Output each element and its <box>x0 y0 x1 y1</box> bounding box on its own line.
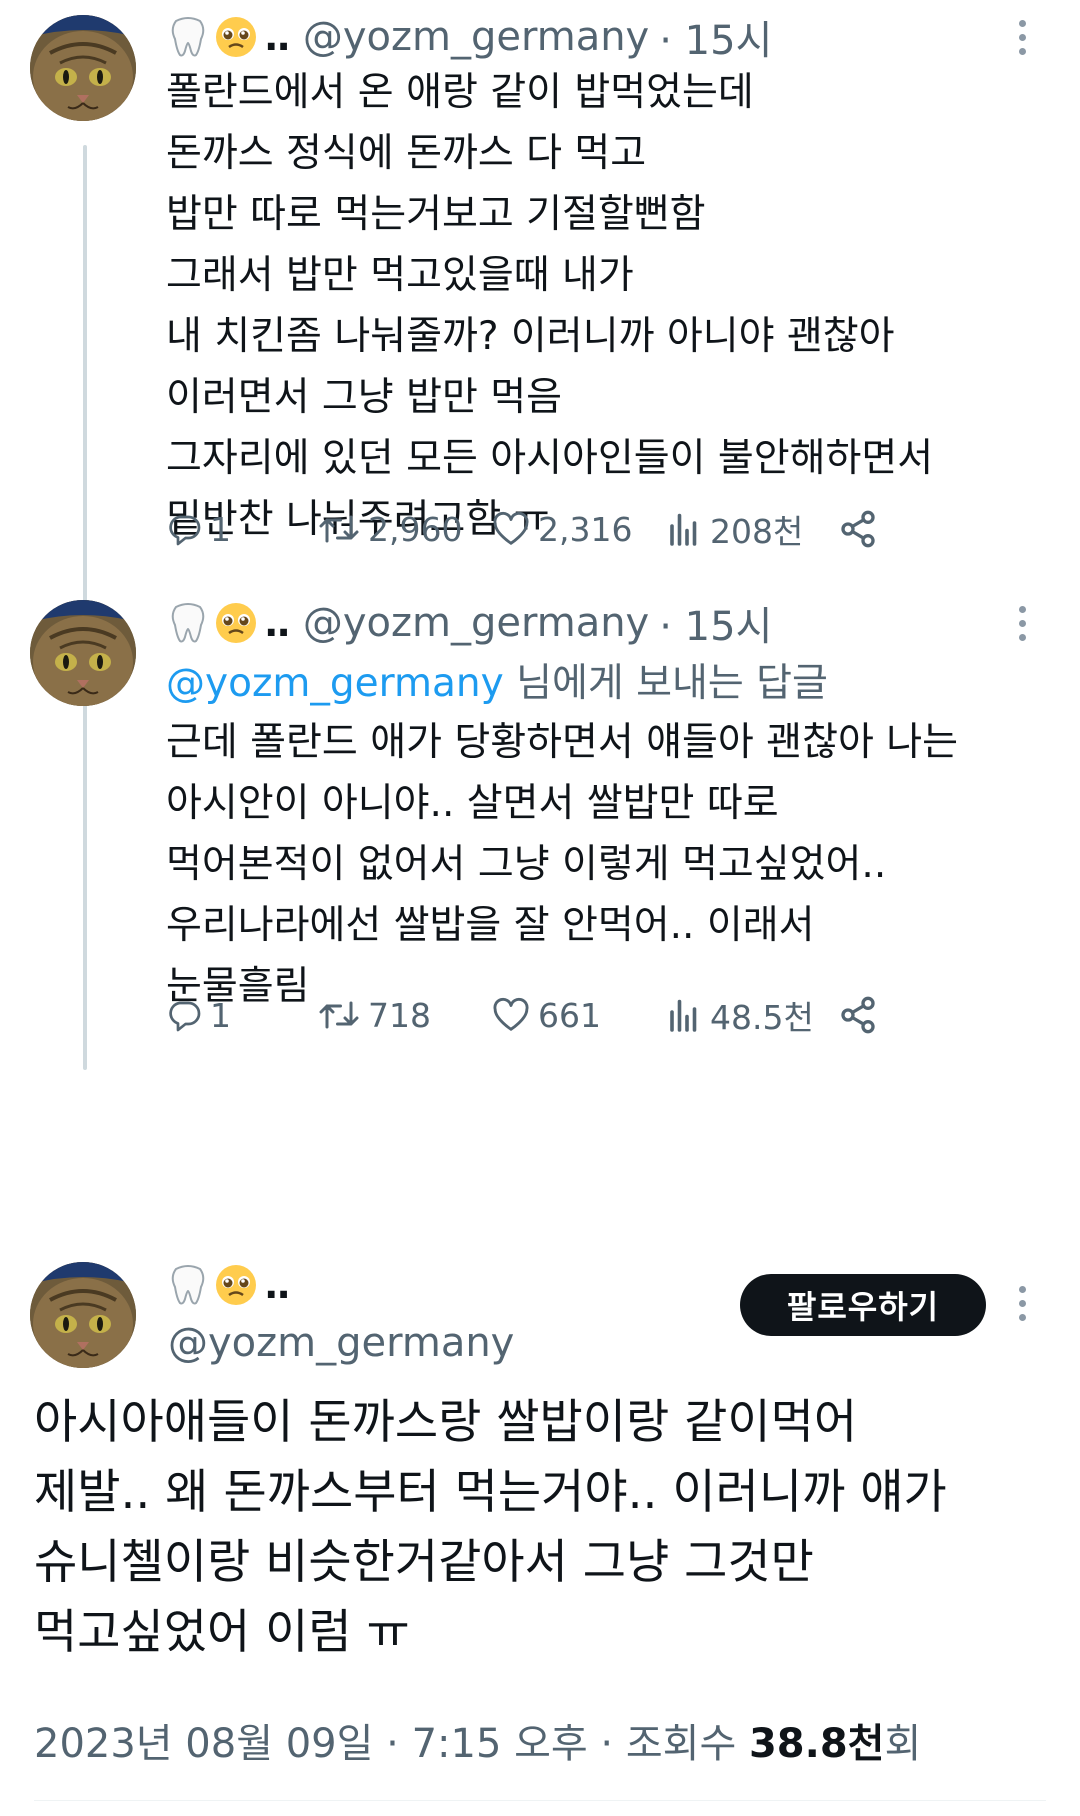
timestamp[interactable]: · 15시 <box>659 8 772 66</box>
reply-icon <box>169 1001 201 1032</box>
avatar[interactable] <box>30 15 136 121</box>
retweet-icon <box>319 1001 359 1029</box>
tweet-text: 아시아애들이 돈까스랑 쌀밥이랑 같이먹어 제발.. 왜 돈까스부터 먹는거야.… <box>34 1395 947 1660</box>
like-button[interactable]: 2,316 <box>492 504 632 554</box>
tooth-icon <box>171 17 205 57</box>
share-icon <box>841 996 875 1034</box>
views-button[interactable]: 48.5천 <box>666 990 814 1040</box>
retweet-count: 2,960 <box>368 509 463 549</box>
cat-avatar-image <box>30 1262 136 1368</box>
share-button[interactable] <box>838 990 878 1040</box>
reply-suffix: 님에게 보내는 답글 <box>503 661 828 706</box>
reply-button[interactable]: 1 <box>166 504 231 554</box>
like-icon <box>493 511 529 545</box>
view-count: 208천 <box>710 512 804 551</box>
reply-mention-link[interactable]: @yozm_germany <box>166 661 504 706</box>
cat-avatar-image <box>30 15 136 121</box>
tweet-text: 폴란드에서 온 애랑 같이 밥먹었는데 돈까스 정식에 돈까스 다 먹고 밥만 … <box>166 70 934 542</box>
main-display-name-row: .. <box>168 1260 303 1310</box>
tweet-date[interactable]: 2023년 08월 09일 · 7:15 오후 · 조회수 <box>34 1721 749 1767</box>
tweet-header: .. @yozm_germany · 15시 <box>168 598 772 650</box>
view-count: 48.5천 <box>710 998 814 1037</box>
retweet-button[interactable]: 718 <box>318 990 431 1040</box>
avatar[interactable] <box>30 1262 136 1368</box>
more-icon[interactable] <box>1016 1286 1028 1321</box>
action-bar: 1 718 661 48.5천 <box>166 990 1026 1040</box>
views-button[interactable]: 208천 <box>666 504 803 554</box>
reply-button[interactable]: 1 <box>166 990 231 1040</box>
share-icon <box>841 510 875 548</box>
reply-icon <box>169 515 201 546</box>
reply-count: 1 <box>210 995 231 1035</box>
tweet-text: 근데 폴란드 애가 당황하면서 얘들아 괜찮아 나는 아시안이 아니야.. 살면… <box>166 720 958 1009</box>
views-icon <box>670 999 697 1032</box>
handle[interactable]: @yozm_germany <box>168 1320 514 1366</box>
like-count: 2,316 <box>538 509 633 549</box>
more-icon[interactable] <box>1016 20 1028 55</box>
retweet-icon <box>319 515 359 543</box>
tweet-header: .. @yozm_germany · 15시 <box>168 12 772 64</box>
more-icon[interactable] <box>1016 606 1028 641</box>
handle[interactable]: @yozm_germany <box>303 600 649 646</box>
view-suffix: 회 <box>884 1721 922 1767</box>
divider <box>34 1800 1046 1801</box>
retweet-button[interactable]: 2,960 <box>318 504 462 554</box>
main-handle-row: @yozm_germany <box>168 1318 514 1368</box>
like-button[interactable]: 661 <box>492 990 601 1040</box>
like-count: 661 <box>538 995 601 1035</box>
view-count[interactable]: 38.8천 <box>749 1721 885 1767</box>
like-icon <box>493 997 529 1031</box>
follow-button[interactable]: 팔로우하기 <box>740 1274 986 1336</box>
replying-to: @yozm_germany 님에게 보내는 답글 <box>166 652 828 708</box>
tooth-icon <box>171 603 205 643</box>
action-bar: 1 2,960 2,316 208천 <box>166 504 1026 554</box>
timestamp[interactable]: · 15시 <box>659 594 772 652</box>
retweet-count: 718 <box>368 995 431 1035</box>
views-icon <box>670 513 697 546</box>
pleading-face-icon <box>216 1265 256 1305</box>
display-name[interactable]: .. <box>264 601 291 645</box>
share-button[interactable] <box>838 504 878 554</box>
handle[interactable]: @yozm_germany <box>303 14 649 60</box>
reply-count: 1 <box>210 509 231 549</box>
tweet-meta: 2023년 08월 09일 · 7:15 오후 · 조회수 38.8천회 <box>34 1711 921 1769</box>
tooth-icon <box>171 1265 205 1305</box>
display-name[interactable]: .. <box>264 15 291 59</box>
cat-avatar-image <box>30 600 136 706</box>
pleading-face-icon <box>216 603 256 643</box>
display-name[interactable]: .. <box>264 1263 291 1307</box>
avatar[interactable] <box>30 600 136 706</box>
pleading-face-icon <box>216 17 256 57</box>
